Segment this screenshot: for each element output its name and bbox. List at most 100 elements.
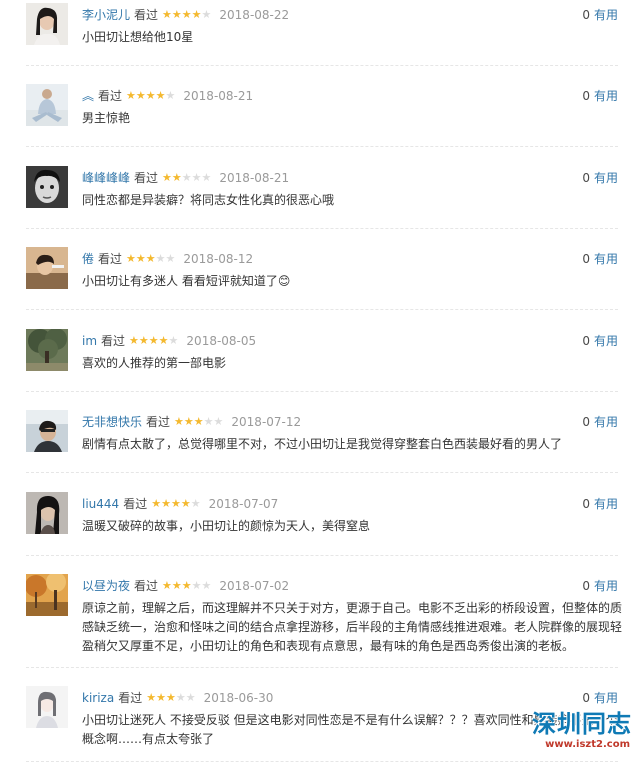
avatar-photo-woman[interactable] — [26, 3, 68, 45]
vote-area: 0 有用 — [582, 170, 618, 186]
star-icon: ★ — [171, 8, 182, 21]
comment-meta: kiriza 看过 ★ ★ ★ ★ ★ 2018-06-30 — [82, 690, 273, 706]
star-icon: ★ — [162, 171, 172, 184]
star-icon: ★ — [165, 252, 176, 265]
vote-area: 0 有用 — [582, 333, 618, 349]
comment-meta: 无非想快乐 看过 ★ ★ ★ ★ ★ 2018-07-12 — [82, 414, 301, 430]
comment-item: 倦 看过 ★ ★ ★ ★ ★ 2018-08-12 0 有用 小田切让有多迷人 看看短评就… — [0, 247, 640, 310]
avatar-photo-bw-face[interactable] — [26, 166, 68, 208]
star-icon: ★ — [155, 252, 166, 265]
avatar-photo-person-sitting[interactable] — [26, 84, 68, 126]
comment-meta: 以昼为夜 看过 ★ ★ ★ ★ ★ 2018-07-02 — [82, 578, 289, 594]
comment-author[interactable]: 李小泥儿 — [82, 7, 130, 23]
vote-area: 0 有用 — [582, 7, 618, 23]
rating-stars: ★ ★ ★ ★ ★ — [162, 172, 211, 184]
useful-button[interactable]: 有用 — [594, 579, 618, 593]
comment-content: 原谅之前，理解之后，而这理解并不只关于对方，更源于自己。电影不乏出彩的桥段设置，… — [82, 601, 623, 653]
watermark-url: www.iszt2.com — [545, 739, 630, 750]
star-icon: ★ — [138, 334, 149, 347]
useful-button[interactable]: 有用 — [594, 8, 618, 22]
avatar-photo-car-selfie[interactable] — [26, 410, 68, 452]
comment-content: 小田切让有多迷人 看看短评就知道了😊 — [82, 274, 291, 288]
comment-content: 小田切让想给他10星 — [82, 30, 194, 44]
comment-author[interactable]: 峰峰峰峰 — [82, 170, 130, 186]
star-icon: ★ — [170, 497, 181, 510]
star-icon: ★ — [145, 89, 156, 102]
divider — [26, 228, 618, 229]
star-icon: ★ — [190, 497, 201, 510]
comment-content: 剧情有点太散了，总觉得哪里不对，不过小田切让是我觉得穿整套白色西装最好看的男人了 — [82, 437, 563, 451]
comment-meta: ︽ 看过 ★ ★ ★ ★ ★ 2018-08-21 — [82, 88, 253, 104]
vote-area: 0 有用 — [582, 690, 618, 706]
comment-author[interactable]: 倦 — [82, 251, 94, 267]
star-icon: ★ — [213, 415, 224, 428]
rating-stars: ★ ★ ★ ★ ★ — [146, 692, 195, 704]
avatar-photo-sketch-girl[interactable] — [26, 686, 68, 728]
comment-content: 同性恋都是异装癖？将同志女性化真的很恶心哦 — [82, 193, 335, 207]
comment-item: 无非想快乐 看过 ★ ★ ★ ★ ★ 2018-07-12 0 有用 剧情有点太散了，总觉… — [0, 410, 640, 473]
vote-area: 0 有用 — [582, 496, 618, 512]
avatar-photo-warm[interactable] — [26, 247, 68, 289]
comment-author[interactable]: liu444 — [82, 496, 119, 512]
watermark: 深圳同志 www.iszt2.com — [508, 710, 636, 752]
star-icon: ★ — [193, 415, 204, 428]
star-icon: ★ — [145, 252, 156, 265]
star-icon: ★ — [162, 8, 172, 21]
vote-count: 0 — [582, 415, 590, 429]
useful-button[interactable]: 有用 — [594, 691, 618, 705]
useful-button[interactable]: 有用 — [594, 334, 618, 348]
rating-stars: ★ ★ ★ ★ ★ — [174, 416, 223, 428]
comment-author[interactable]: 以昼为夜 — [82, 578, 130, 594]
star-icon: ★ — [146, 691, 157, 704]
comment-author[interactable]: kiriza — [82, 690, 114, 706]
watched-status: 看过 — [123, 497, 148, 511]
star-icon: ★ — [151, 497, 162, 510]
watermark-title: 深圳同志 — [532, 709, 632, 738]
star-icon: ★ — [126, 252, 136, 265]
useful-button[interactable]: 有用 — [594, 89, 618, 103]
useful-button[interactable]: 有用 — [594, 415, 618, 429]
star-icon: ★ — [148, 334, 159, 347]
star-icon: ★ — [201, 8, 212, 21]
avatar-photo-tree[interactable] — [26, 329, 68, 371]
comment-date: 2018-06-30 — [203, 691, 274, 705]
comment-content: 温暖又破碎的故事，小田切让的颜惊为天人，美得窒息 — [82, 519, 371, 533]
useful-button[interactable]: 有用 — [594, 252, 618, 266]
comment-meta: liu444 看过 ★ ★ ★ ★ ★ 2018-07-07 — [82, 496, 278, 512]
comment-meta: im 看过 ★ ★ ★ ★ ★ 2018-08-05 — [82, 333, 256, 349]
star-icon: ★ — [191, 579, 202, 592]
star-icon: ★ — [135, 89, 146, 102]
avatar-photo-autumn[interactable] — [26, 574, 68, 616]
comment-date: 2018-07-07 — [208, 497, 279, 511]
comment-author[interactable]: 无非想快乐 — [82, 414, 142, 430]
vote-count: 0 — [582, 252, 590, 266]
wave-icon[interactable]: ︽ — [82, 88, 94, 104]
star-icon: ★ — [165, 89, 176, 102]
comment-author[interactable]: im — [82, 333, 97, 349]
rating-stars: ★ ★ ★ ★ ★ — [151, 498, 200, 510]
comment-item: 以昼为夜 看过 ★ ★ ★ ★ ★ 2018-07-02 0 有用 原谅之前，理解之后，而… — [0, 574, 640, 668]
star-icon: ★ — [201, 579, 212, 592]
avatar-photo-dark-hair[interactable] — [26, 492, 68, 534]
rating-stars: ★ ★ ★ ★ ★ — [126, 253, 175, 265]
comment-item: liu444 看过 ★ ★ ★ ★ ★ 2018-07-07 0 有用 温暖又破碎的故事，… — [0, 492, 640, 556]
comment-date: 2018-08-22 — [219, 8, 290, 22]
useful-button[interactable]: 有用 — [594, 497, 618, 511]
divider — [26, 65, 618, 66]
watched-status: 看过 — [146, 415, 171, 429]
comment-date: 2018-08-21 — [183, 89, 254, 103]
watched-status: 看过 — [134, 579, 159, 593]
rating-stars: ★ ★ ★ ★ ★ — [162, 580, 211, 592]
vote-area: 0 有用 — [582, 578, 618, 594]
divider — [26, 309, 618, 310]
comment-item: ︽ 看过 ★ ★ ★ ★ ★ 2018-08-21 0 有用 男主惊艳 — [0, 84, 640, 147]
star-icon: ★ — [162, 579, 172, 592]
useful-button[interactable]: 有用 — [594, 171, 618, 185]
watched-status: 看过 — [118, 691, 143, 705]
star-icon: ★ — [165, 691, 176, 704]
star-icon: ★ — [181, 579, 192, 592]
comment-item: 峰峰峰峰 看过 ★ ★ ★ ★ ★ 2018-08-21 0 有用 同性恋都是异装癖？将同… — [0, 166, 640, 229]
divider — [26, 667, 618, 668]
vote-count: 0 — [582, 171, 590, 185]
divider — [26, 146, 618, 147]
